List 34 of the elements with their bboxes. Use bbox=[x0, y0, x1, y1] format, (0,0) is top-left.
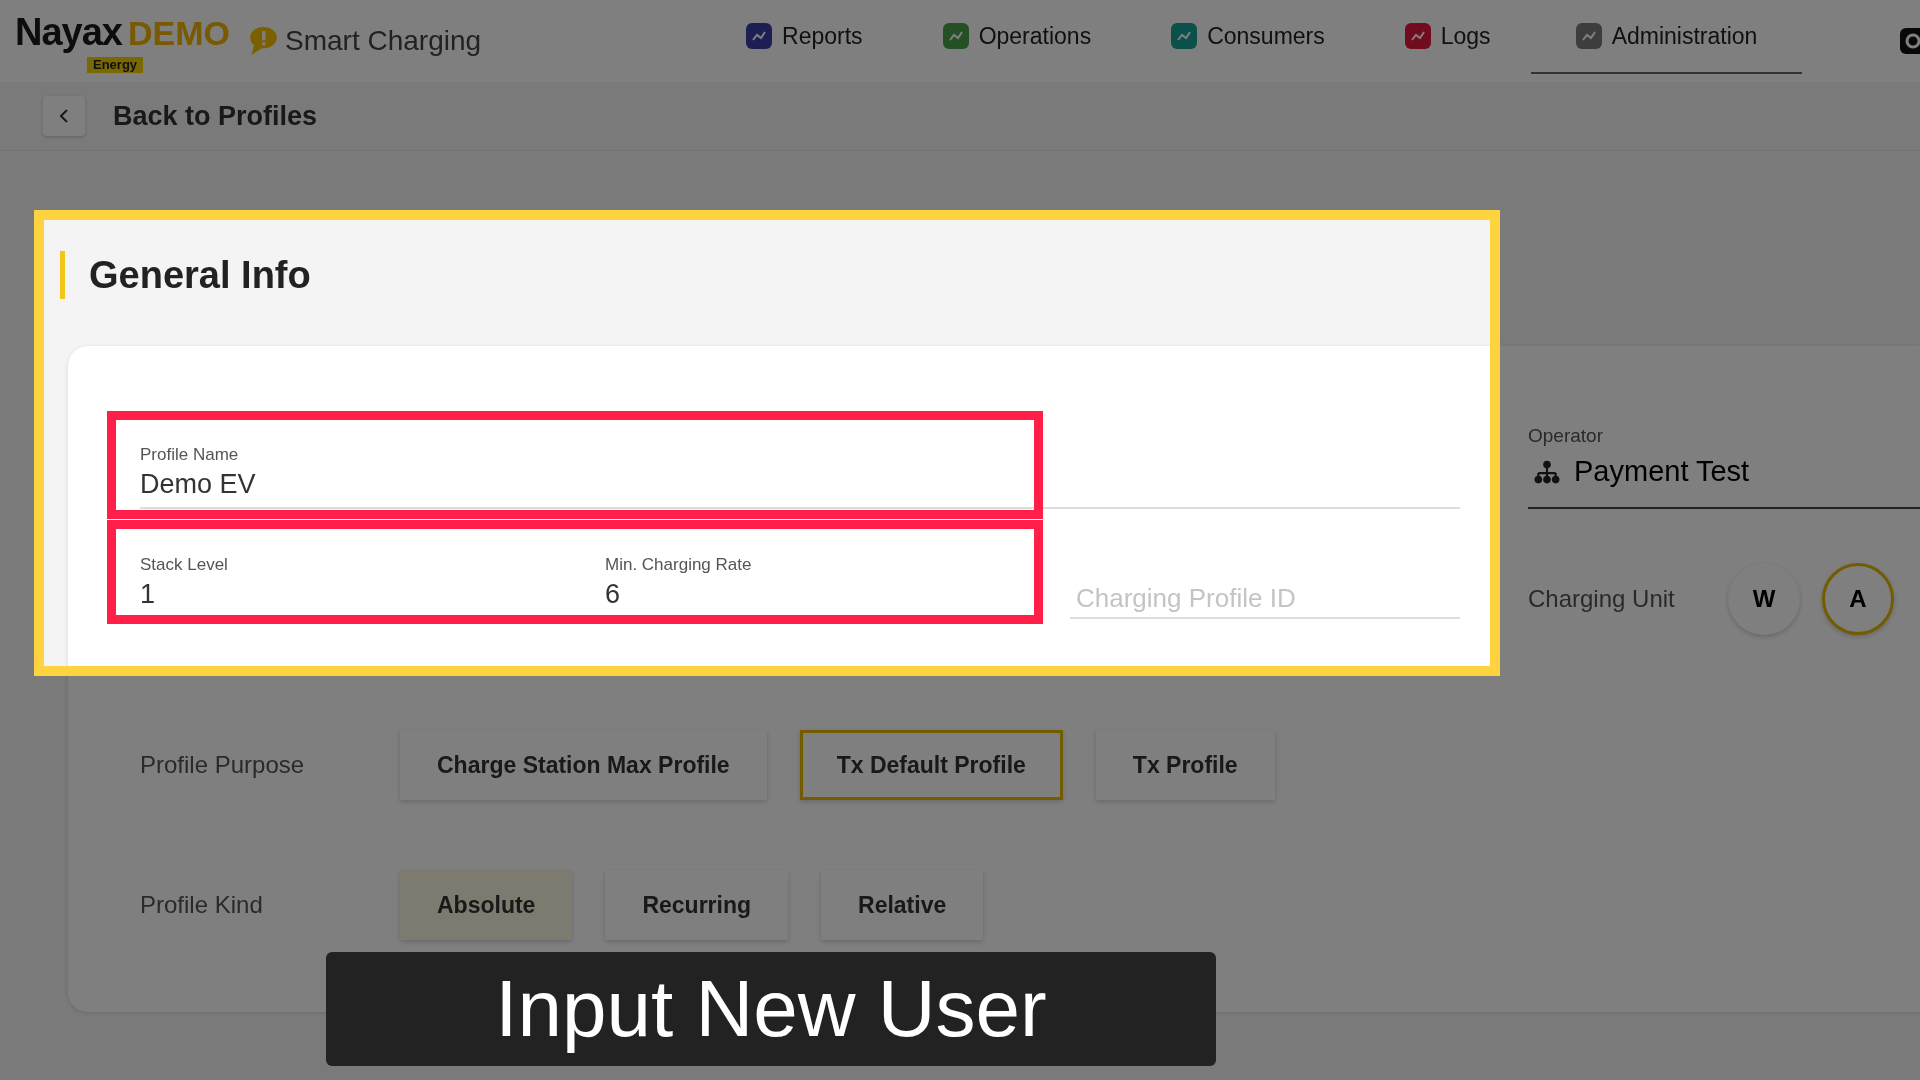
chat-bubble-icon bbox=[250, 27, 277, 55]
purpose-option[interactable]: Tx Default Profile bbox=[799, 730, 1063, 800]
min-charging-rate-field[interactable]: Min. Charging Rate 6 bbox=[605, 549, 1070, 619]
section-title: General Info bbox=[89, 253, 311, 297]
stack-level-field[interactable]: Stack Level 1 bbox=[140, 549, 605, 619]
logo-text: Nayax bbox=[15, 11, 122, 54]
app-icon bbox=[1404, 23, 1431, 49]
hierarchy-icon bbox=[1534, 459, 1560, 484]
section-accent bbox=[60, 251, 65, 299]
energy-badge: Energy bbox=[87, 57, 144, 73]
nav-tab[interactable]: Logs bbox=[1364, 0, 1531, 72]
charging-profile-id-field[interactable]: Charging Profile ID bbox=[1070, 549, 1460, 619]
unit-toggle[interactable]: A bbox=[1822, 563, 1894, 635]
nav-tab[interactable]: Consumers bbox=[1131, 0, 1365, 72]
unit-toggle[interactable]: W bbox=[1728, 563, 1800, 635]
operator-field[interactable]: Operator Payment Test bbox=[1528, 425, 1920, 509]
nav-tab[interactable]: Reports bbox=[706, 0, 903, 72]
profile-purpose-label: Profile Purpose bbox=[140, 751, 306, 779]
app-icon bbox=[942, 23, 969, 49]
app-icon bbox=[1575, 23, 1602, 49]
chevron-left-icon bbox=[59, 108, 69, 124]
nav-tab[interactable]: Administration bbox=[1530, 0, 1803, 74]
kind-option[interactable]: Absolute bbox=[400, 870, 573, 940]
charging-unit-label: Charging Unit bbox=[1528, 585, 1676, 613]
app-icon bbox=[746, 23, 773, 49]
nav-tab[interactable]: Operations bbox=[902, 0, 1132, 72]
caption: Input New User bbox=[326, 952, 1216, 1066]
profile-name-field[interactable]: Profile Name Demo EV bbox=[140, 439, 1460, 509]
back-link[interactable]: Back to Profiles bbox=[113, 100, 318, 132]
app-icon bbox=[1171, 23, 1198, 49]
purpose-option[interactable]: Charge Station Max Profile bbox=[400, 730, 767, 800]
demo-label: DEMO bbox=[128, 14, 230, 53]
app-name: Smart Charging bbox=[285, 25, 482, 57]
profile-kind-label: Profile Kind bbox=[140, 891, 264, 919]
